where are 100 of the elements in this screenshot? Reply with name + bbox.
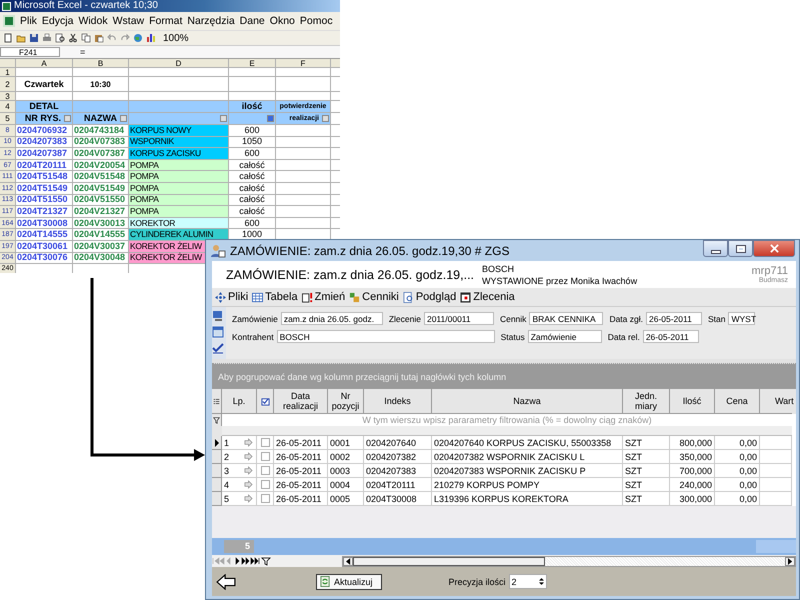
- filter-icon[interactable]: [213, 417, 220, 424]
- toolbar-button[interactable]: Tabela: [251, 291, 299, 303]
- checklist-icon[interactable]: [212, 342, 224, 354]
- update-button[interactable]: Aktualizuj: [316, 574, 382, 590]
- input-field[interactable]: zam.z dnia 26.05. godz.: [280, 312, 383, 325]
- field-label: Data rel.: [606, 332, 641, 342]
- filter-dropdown[interactable]: [220, 115, 227, 122]
- right-arrow-icon[interactable]: [788, 558, 792, 564]
- scissors-icon[interactable]: [68, 33, 78, 43]
- folder-icon[interactable]: [16, 33, 26, 43]
- table-cell: KORPUS ZACISKU: [129, 148, 228, 159]
- zoom-dropdown[interactable]: 100%: [163, 32, 189, 44]
- spinner-arrows-icon[interactable]: [538, 577, 544, 586]
- field-label: Stan: [706, 314, 726, 324]
- checkbox[interactable]: [260, 480, 270, 489]
- column-header[interactable]: D: [129, 59, 228, 67]
- column-header[interactable]: F: [276, 59, 330, 67]
- menu-item[interactable]: Widok: [78, 15, 108, 27]
- input-field[interactable]: BOSCH: [276, 330, 495, 343]
- row-selector[interactable]: [212, 436, 222, 450]
- window-icon[interactable]: [212, 326, 224, 338]
- paste-icon[interactable]: [94, 33, 104, 43]
- name-box[interactable]: F241: [0, 47, 60, 57]
- column-header[interactable]: Lp.: [222, 389, 257, 414]
- column-header[interactable]: E: [229, 59, 275, 67]
- input-field[interactable]: Zamówienie: [528, 330, 602, 343]
- window-title: ZAMÓWIENIE: zam.z dnia 26.05. godz.19,30 # ZGS: [230, 244, 510, 258]
- screen-icon[interactable]: [212, 310, 224, 322]
- input-field[interactable]: 2011/00011: [424, 312, 494, 325]
- new-document-icon[interactable]: [3, 33, 13, 43]
- column-header[interactable]: Wart: [760, 389, 792, 414]
- printer-icon[interactable]: [42, 33, 52, 43]
- column-header[interactable]: Nazwa: [432, 389, 623, 414]
- checkbox[interactable]: [260, 466, 270, 475]
- row-header[interactable]: 3: [0, 92, 15, 100]
- table-cell: 0204207383: [16, 136, 72, 148]
- menu-item[interactable]: Plik: [20, 15, 37, 27]
- checkbox[interactable]: [260, 438, 270, 447]
- input-field[interactable]: WYST: [728, 312, 756, 325]
- toolbar-button[interactable]: Cenniki: [348, 291, 400, 303]
- undo-icon[interactable]: [107, 33, 117, 43]
- print-preview-icon[interactable]: [55, 33, 65, 43]
- maximize-button[interactable]: [728, 240, 753, 257]
- table-cell: 600: [229, 218, 275, 228]
- input-field[interactable]: 26-05-2011: [646, 312, 702, 325]
- spreadsheet-icon: [2, 2, 11, 10]
- table-cell: 0204T20111: [16, 160, 72, 170]
- menu-item[interactable]: Edycja: [42, 15, 74, 27]
- minimize-button[interactable]: [703, 240, 728, 257]
- menu-item[interactable]: Narzędzia: [187, 15, 235, 27]
- spreadsheet-icon[interactable]: [3, 15, 15, 27]
- preview-icon: [402, 292, 414, 302]
- column-header[interactable]: [257, 389, 274, 414]
- column-header[interactable]: Data realizacji: [274, 389, 328, 414]
- row-header[interactable]: 5: [0, 113, 15, 124]
- toolbar-button[interactable]: Zlecenia: [459, 291, 516, 303]
- input-field[interactable]: BRAK CENNIKA: [529, 312, 604, 325]
- column-header[interactable]: B: [73, 59, 128, 67]
- table-cell: 0204207640: [364, 436, 432, 450]
- row-header[interactable]: 1: [0, 68, 15, 76]
- row-header[interactable]: 2: [0, 77, 15, 91]
- table-cell: 0204V07387: [73, 148, 128, 159]
- list-icon[interactable]: [213, 396, 220, 406]
- record-navigation-icon[interactable]: [212, 556, 272, 566]
- menu-item[interactable]: Pomoc: [300, 15, 333, 27]
- table-cell: 26-05-2011: [274, 450, 328, 464]
- menu-item[interactable]: Format: [149, 15, 182, 27]
- checkbox[interactable]: [260, 452, 270, 461]
- number-spinner[interactable]: 2: [508, 574, 547, 589]
- bar-chart-icon[interactable]: [146, 33, 156, 43]
- table-cell: 0001: [328, 436, 364, 450]
- filter-dropdown[interactable]: [322, 115, 329, 122]
- table-cell: 0204V30013: [73, 218, 128, 228]
- menu-item[interactable]: Okno: [270, 15, 295, 27]
- back-arrow-icon[interactable]: [216, 574, 236, 590]
- toolbar-button[interactable]: Podgląd: [402, 291, 458, 303]
- column-header[interactable]: Cena: [715, 389, 760, 414]
- left-arrow-icon[interactable]: [346, 558, 350, 564]
- redo-icon[interactable]: [120, 33, 130, 43]
- save-icon[interactable]: [29, 33, 39, 43]
- copy-icon[interactable]: [81, 33, 91, 43]
- row-header[interactable]: 4: [0, 101, 15, 112]
- close-button[interactable]: [753, 240, 795, 257]
- checkbox[interactable]: [260, 494, 270, 503]
- column-header[interactable]: Ilość: [670, 389, 715, 414]
- column-header[interactable]: Nr pozycji: [328, 389, 364, 414]
- toolbar-button[interactable]: Pliki: [214, 291, 250, 303]
- filter-dropdown[interactable]: [64, 115, 71, 122]
- table-cell: 0204V51548: [73, 171, 128, 182]
- input-field[interactable]: 26-05-2011: [642, 330, 699, 343]
- menu-item[interactable]: Wstaw: [112, 15, 144, 27]
- column-header[interactable]: A: [16, 59, 72, 67]
- globe-icon[interactable]: [133, 33, 143, 43]
- filter-dropdown[interactable]: [120, 115, 127, 122]
- toolbar-button[interactable]: Zmień: [300, 291, 346, 303]
- column-header[interactable]: Jedn. miary: [623, 389, 670, 414]
- table-cell: 2: [222, 450, 257, 464]
- menu-item[interactable]: Dane: [240, 15, 265, 27]
- horizontal-scrollbar[interactable]: [342, 556, 796, 566]
- column-header[interactable]: Indeks: [364, 389, 432, 414]
